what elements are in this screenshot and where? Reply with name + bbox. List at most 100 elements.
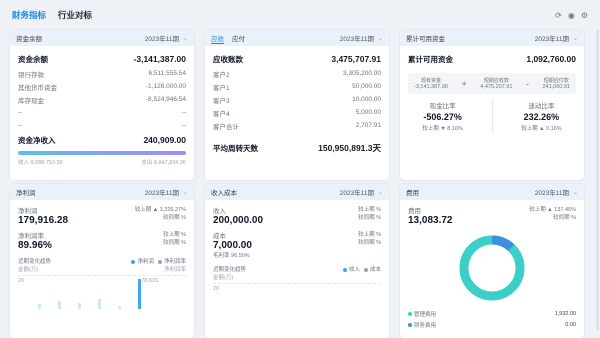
net-profit-value: 179,916.28 bbox=[18, 215, 69, 226]
gross-margin-value: 96.50% bbox=[231, 253, 250, 259]
card-header: 资金余额 2023年11期 ⌄ bbox=[10, 30, 194, 46]
chevron-down-icon[interactable]: ⌄ bbox=[183, 189, 188, 196]
cash-ratio-label: 现金比率 bbox=[429, 103, 456, 110]
tab-receivable[interactable]: 应收 bbox=[211, 33, 224, 44]
trend-header: 近期变化趋势 净利润 净利润率 bbox=[18, 257, 186, 265]
receivable-main-row: 应收账款 3,475,707.91 bbox=[213, 51, 381, 67]
cost-label: 成本 bbox=[213, 233, 226, 240]
formula-item: 短期应收款 4,475,207.91 bbox=[480, 77, 512, 90]
card-header: 净利润 2023年11期 ⌄ bbox=[10, 184, 194, 200]
expense-delta-prev: 较上期 ▲ 137.45% bbox=[529, 207, 576, 213]
scrollbar[interactable] bbox=[596, 30, 599, 330]
formula-label: 短期应收款 bbox=[483, 78, 509, 84]
ratio-group: 现金比率 -506.27% 较上期 ▼ 8.16% 速动比率 232.26% 较… bbox=[408, 100, 576, 132]
row-label: 客户4 bbox=[213, 110, 230, 118]
cost-delta-yoy: 较同期 % bbox=[358, 240, 381, 246]
row-label: 客户合计 bbox=[213, 123, 239, 131]
expense-kpi: 费用 13,083.72 较上期 ▲ 137.45% 较同期 % bbox=[408, 205, 576, 226]
expense-label: 费用 bbox=[408, 208, 421, 215]
row-value: 50,000.00 bbox=[352, 83, 381, 90]
legend-value: 1,932.00 bbox=[554, 310, 576, 317]
expense-label: 支出 bbox=[141, 160, 153, 166]
cash-row-3: 库存现金 -8,524,946.54 bbox=[18, 93, 186, 106]
row-label: 客户3 bbox=[213, 97, 230, 105]
receivable-value: 3,475,707.91 bbox=[331, 54, 381, 64]
receivable-label: 应收账款 bbox=[213, 54, 243, 64]
expense-value: 13,083.72 bbox=[408, 215, 453, 226]
profit-margin-kpi: 净利润率 89.96% 较上期 % 较同期 % bbox=[18, 230, 186, 251]
cash-balance-card: 资金余额 2023年11期 ⌄ 资金余额 -3,141,387.00 银行存款 6… bbox=[10, 30, 194, 180]
row-label: 银行存款 bbox=[18, 71, 44, 79]
cash-row-4: -- -- bbox=[18, 106, 186, 119]
settings-icon[interactable]: ⚙ bbox=[581, 11, 588, 20]
chevron-down-icon[interactable]: ⌄ bbox=[573, 189, 578, 196]
chevron-down-icon[interactable]: ⌄ bbox=[378, 189, 383, 196]
formula-value: 4,475,207.91 bbox=[480, 84, 513, 90]
cash-ratio: 现金比率 -506.27% 较上期 ▼ 8.16% bbox=[422, 100, 463, 132]
cash-balance-label: 资金余额 bbox=[18, 54, 48, 64]
chevron-down-icon[interactable]: ⌄ bbox=[378, 35, 383, 42]
expense-donut bbox=[408, 232, 576, 304]
legend-dot bbox=[408, 311, 412, 316]
gross-margin-label: 毛利率 bbox=[213, 253, 230, 259]
legend-revenue: 收入 bbox=[348, 267, 360, 273]
period-select[interactable]: 2023年11期 bbox=[535, 187, 569, 197]
expense-value: 8,847,834.36 bbox=[153, 160, 186, 166]
data-label: 78,615 bbox=[141, 278, 158, 284]
cost-delta-prev: 较上期 % bbox=[358, 232, 381, 238]
formula-label: 现有资金 bbox=[420, 78, 441, 84]
row-value: 2,707.91 bbox=[355, 122, 381, 129]
income-value: 9,088,753.36 bbox=[30, 160, 63, 166]
card-title: 净利润 bbox=[16, 190, 36, 197]
donut-chart bbox=[459, 235, 525, 301]
receivable-card: 应收 应付 2023年11期 ⌄ 应收账款 3,475,707.91 客户2 3,… bbox=[205, 30, 389, 180]
formula-label: 短期应付款 bbox=[543, 78, 569, 84]
legend-dot bbox=[363, 267, 368, 272]
revenue-kpi: 收入 200,000.00 较上期 % 较同期 % bbox=[213, 205, 381, 226]
formula-item: 现有资金 -3,141,387.00 bbox=[414, 77, 448, 90]
period-select[interactable]: 2023年11期 bbox=[145, 187, 179, 197]
row-value: 5,000.00 bbox=[355, 109, 381, 116]
profit-column bbox=[38, 304, 41, 309]
tab-financial-indicators[interactable]: 财务指标 bbox=[12, 9, 46, 21]
cost-kpi: 成本 7,000.00 毛利率 96.50% 较上期 % 较同期 % bbox=[213, 230, 381, 259]
refresh-icon[interactable]: ⟳ bbox=[555, 11, 562, 20]
profit-column bbox=[98, 299, 101, 309]
net-income-label: 资金净收入 bbox=[18, 135, 56, 145]
cost-value: 7,000.00 bbox=[213, 240, 252, 251]
cash-balance-value: -3,141,387.00 bbox=[133, 54, 186, 64]
margin-delta-yoy: 较同期 % bbox=[163, 240, 186, 246]
cash-ratio-value: -506.27% bbox=[423, 112, 462, 122]
row-label: -- bbox=[18, 122, 23, 129]
row-value: -8,524,946.54 bbox=[145, 96, 186, 103]
y-tick: 20 bbox=[18, 278, 25, 284]
customer-row-4: 客户4 5,000.00 bbox=[213, 106, 381, 119]
available-main-row: 累计可用资金 1,092,760.00 bbox=[408, 51, 576, 67]
trend-header: 近期变化趋势 收入 成本 bbox=[213, 265, 381, 273]
profit-margin-value: 89.96% bbox=[18, 240, 52, 251]
tab-payable[interactable]: 应付 bbox=[232, 33, 245, 43]
customer-row-2: 客户1 50,000.00 bbox=[213, 80, 381, 93]
chevron-down-icon[interactable]: ⌄ bbox=[183, 35, 188, 42]
net-profit-delta-prev: 较上期 ▲ 3,325.27% bbox=[134, 207, 186, 213]
profit-column bbox=[78, 303, 81, 309]
period-select[interactable]: 2023年11期 bbox=[340, 187, 374, 197]
profit-margin-label: 净利润率 bbox=[18, 233, 44, 240]
row-label: 库存现金 bbox=[18, 97, 44, 105]
eye-icon[interactable]: ◉ bbox=[568, 11, 575, 20]
avg-turnover-row: 平均周转天数 150,950,891.3天 bbox=[213, 140, 381, 156]
axis-labels: 金额(万) 净利润率 bbox=[18, 265, 186, 273]
period-select[interactable]: 2023年11期 bbox=[340, 33, 374, 43]
axis-left-label: 金额(万) bbox=[18, 267, 39, 273]
income-expense-bar bbox=[18, 151, 186, 155]
row-value: 10,000.00 bbox=[352, 96, 381, 103]
tab-industry-benchmark[interactable]: 行业对标 bbox=[58, 9, 92, 21]
legend-cost: 成本 bbox=[369, 267, 381, 273]
chevron-down-icon[interactable]: ⌄ bbox=[573, 35, 578, 42]
available-value: 1,092,760.00 bbox=[526, 54, 576, 64]
minus-sign: - bbox=[525, 78, 529, 89]
net-profit-delta-yoy: 较同期 % bbox=[163, 215, 186, 221]
period-select[interactable]: 2023年11期 bbox=[535, 33, 569, 43]
cash-row-2: 其他货币资金 -1,126,000.00 bbox=[18, 80, 186, 93]
period-select[interactable]: 2023年11期 bbox=[145, 33, 179, 43]
